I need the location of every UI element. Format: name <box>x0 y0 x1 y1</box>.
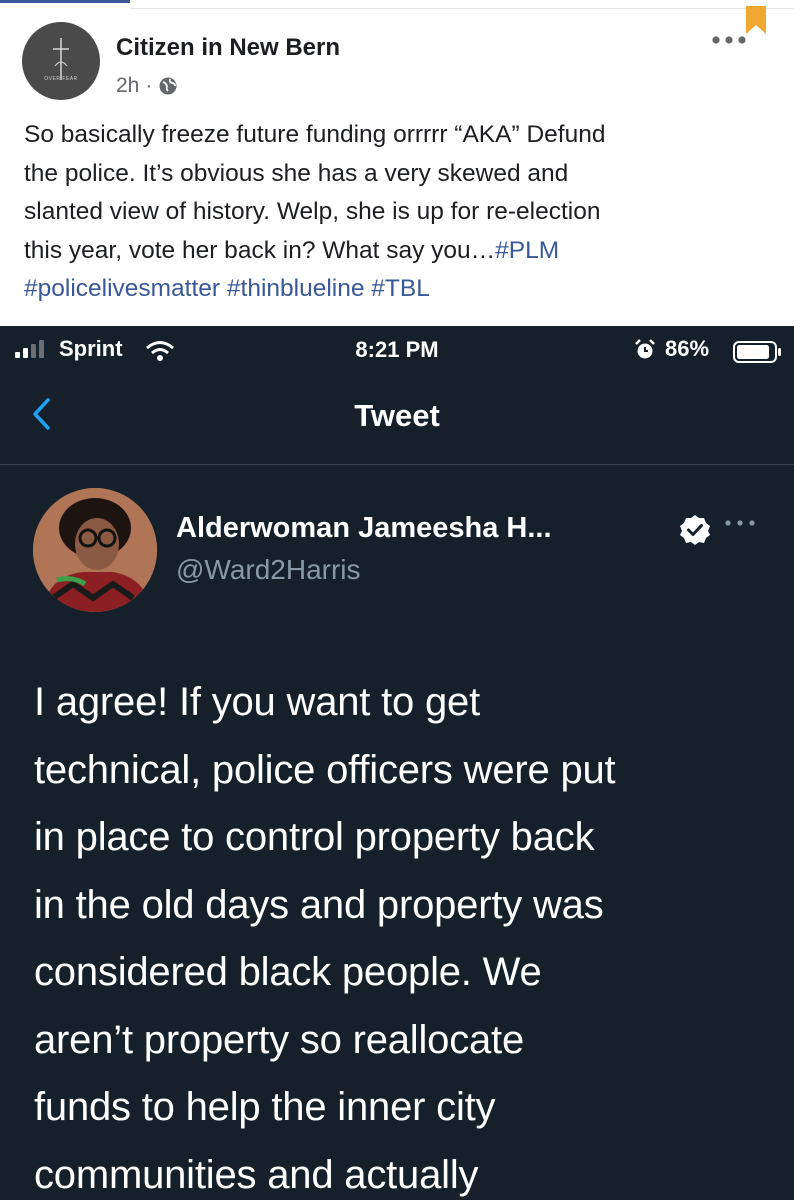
post-text-line: the police. It’s obvious she has a very … <box>24 159 569 187</box>
tweet-nav-bar: Tweet <box>0 374 794 465</box>
battery-percent: 86% <box>665 336 710 361</box>
globe-icon <box>159 77 177 95</box>
verified-badge-icon <box>680 515 710 545</box>
tweet-text-line: I agree! If you want to get <box>34 680 480 724</box>
bookmark-icon[interactable] <box>744 6 768 36</box>
hashtag-links[interactable]: #policelivesmatter #thinblueline #TBL <box>24 270 774 309</box>
profile-photo <box>33 488 157 612</box>
tweet-text-line: communities and actually <box>34 1152 479 1197</box>
cross-logo-icon <box>53 38 69 80</box>
post-text-fragment: this year, vote her back in? What say yo… <box>24 236 496 264</box>
battery-icon <box>733 341 781 363</box>
author-avatar[interactable]: OVER FEAR <box>22 22 100 100</box>
tweet-handle[interactable]: @Ward2Harris <box>176 554 361 586</box>
post-text-line: this year, vote her back in? What say yo… <box>24 232 774 271</box>
tweet-text-line: aren’t property so reallocate <box>34 1017 525 1062</box>
tweet-text-line: considered black people. We <box>34 950 542 994</box>
post-time[interactable]: 2h <box>116 74 139 98</box>
alarm-icon <box>635 339 655 359</box>
tweet-more-icon[interactable] <box>724 519 756 527</box>
more-options-icon[interactable] <box>711 33 747 47</box>
facebook-post: OVER FEAR Citizen in New Bern 2h · So ba… <box>0 0 794 326</box>
post-text-line: So basically freeze future funding orrrr… <box>24 121 606 148</box>
tweet-display-name[interactable]: Alderwoman Jameesha H... <box>176 512 552 545</box>
meta-separator: · <box>145 74 153 97</box>
nav-title: Tweet <box>354 398 440 433</box>
avatar-caption: OVER FEAR <box>44 76 78 82</box>
tweet-author-avatar[interactable] <box>33 488 157 612</box>
tweet-text: I agree! If you want to get technical, p… <box>34 669 784 1200</box>
tweet-text-line: technical, police officers were put <box>34 747 616 792</box>
top-divider <box>130 8 794 9</box>
post-text: So basically freeze future funding orrrr… <box>24 116 774 309</box>
phone-status-bar: Sprint 8:21 PM 86% <box>0 326 794 374</box>
top-accent-line <box>0 0 130 3</box>
tweet-screenshot: Sprint 8:21 PM 86% Tweet Alderwoman Jame… <box>0 326 794 1200</box>
tweet-text-line: funds to help the inner city <box>34 1085 496 1129</box>
author-name[interactable]: Citizen in New Bern <box>116 34 340 62</box>
tweet-text-line: in place to control property back <box>34 815 595 859</box>
hashtag-link[interactable]: #PLM <box>495 237 559 264</box>
post-meta: 2h · <box>116 74 178 98</box>
post-text-line: slanted view of history. Welp, she is up… <box>24 198 601 225</box>
tweet-text-line: in the old days and property was <box>34 882 604 927</box>
